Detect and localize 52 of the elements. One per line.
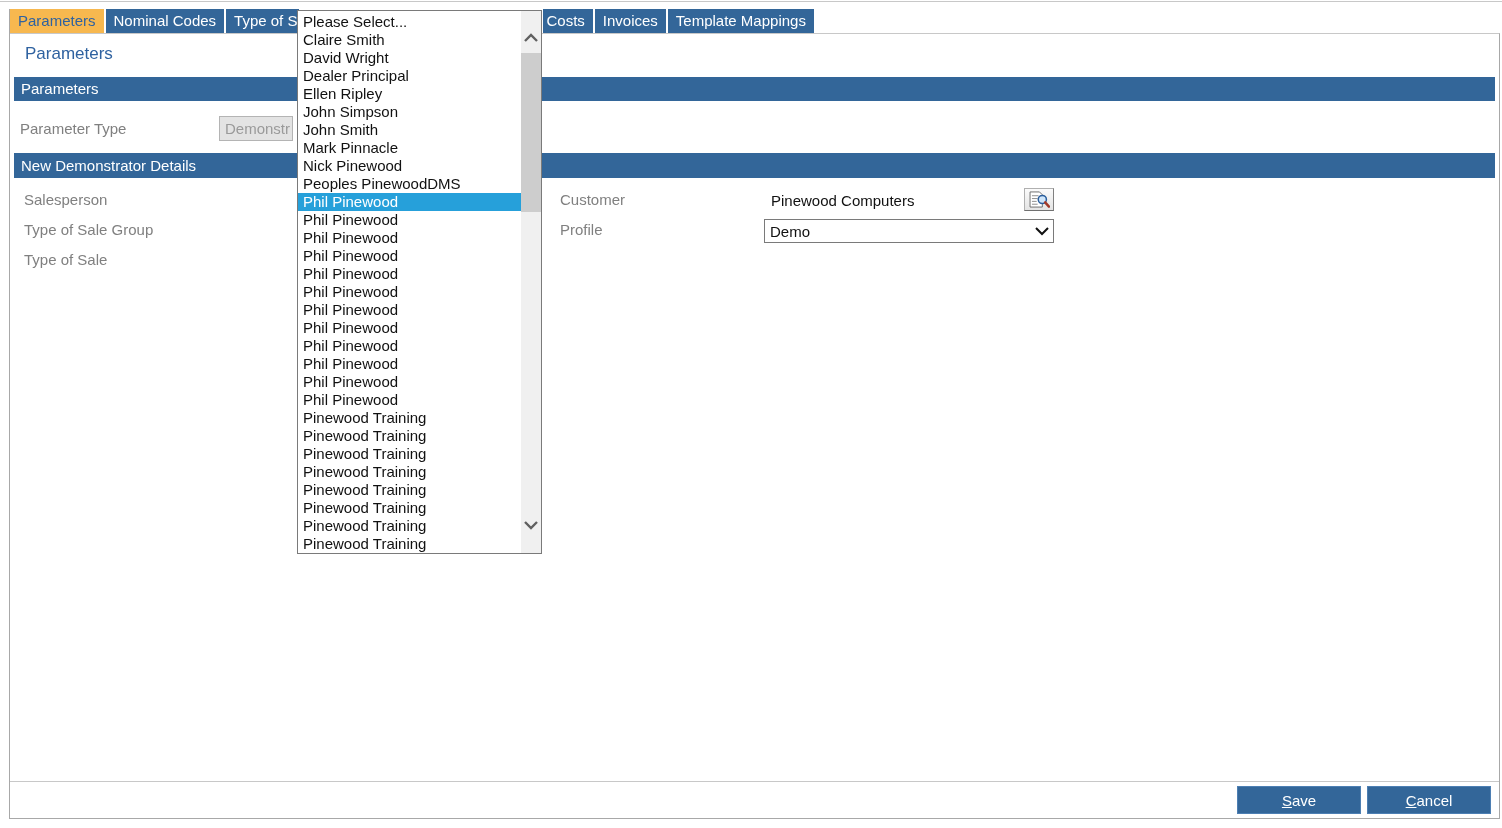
field-label: Salesperson	[24, 190, 108, 208]
field-label: Type of Sale	[24, 250, 108, 268]
dropdown-option[interactable]: Phil Pinewood	[298, 373, 521, 391]
field-value: Pinewood Computers	[770, 192, 915, 209]
dropdown-option[interactable]: Pinewood Training	[298, 499, 521, 517]
tab[interactable]: Template Mappings	[667, 9, 814, 33]
chevron-up-icon[interactable]	[524, 33, 538, 42]
dropdown-option[interactable]: Phil Pinewood	[298, 229, 521, 247]
dropdown-option[interactable]: John Simpson	[298, 103, 521, 121]
field-label: Profile	[560, 220, 603, 238]
dropdown-option[interactable]: Phil Pinewood	[298, 301, 521, 319]
footer-button[interactable]: Save	[1237, 786, 1361, 814]
document-magnifier-icon	[1028, 190, 1050, 208]
tab[interactable]: Invoices	[594, 9, 666, 33]
field-label: Type of Sale Group	[24, 220, 154, 238]
dropdown-option[interactable]: Phil Pinewood	[298, 391, 521, 409]
dropdown-option[interactable]: Pinewood Training	[298, 481, 521, 499]
footer-button[interactable]: Cancel	[1367, 786, 1491, 814]
dropdown-option[interactable]: Phil Pinewood	[298, 247, 521, 265]
dropdown-option[interactable]: Phil Pinewood	[298, 355, 521, 373]
dropdown-option[interactable]: Ellen Ripley	[298, 85, 521, 103]
chevron-down-icon	[1035, 226, 1049, 236]
lookup-button[interactable]	[1024, 187, 1054, 211]
dropdown-option[interactable]: Pinewood Training	[298, 409, 521, 427]
tab[interactable]: Costs	[543, 9, 593, 33]
dropdown-option[interactable]: Phil Pinewood	[298, 211, 521, 229]
chevron-down-icon[interactable]	[524, 521, 538, 530]
tab[interactable]: Type of S	[226, 9, 300, 33]
dropdown-option[interactable]: Pinewood Training	[298, 463, 521, 481]
dropdown-option[interactable]: Nick Pinewood	[298, 157, 521, 175]
tab[interactable]: Nominal Codes	[105, 9, 225, 33]
dropdown-option[interactable]: Pinewood Training	[298, 517, 521, 535]
dropdown-option[interactable]: Phil Pinewood	[298, 319, 521, 337]
scrollbar-track[interactable]	[521, 11, 541, 553]
dropdown-option[interactable]: Phil Pinewood	[298, 283, 521, 301]
dropdown-option[interactable]: David Wright	[298, 49, 521, 67]
dropdown-option[interactable]: Pinewood Training	[298, 535, 521, 553]
scrollbar-thumb[interactable]	[521, 53, 541, 212]
dropdown-option[interactable]: Phil Pinewood	[298, 265, 521, 283]
dropdown-option[interactable]: John Smith	[298, 121, 521, 139]
dropdown-option[interactable]: Phil Pinewood	[298, 337, 521, 355]
profile-select[interactable]: Demo	[764, 219, 1054, 243]
dropdown-option[interactable]: Peoples PinewoodDMS	[298, 175, 521, 193]
page-title: Parameters	[25, 44, 113, 64]
input-field: Demonstr	[219, 116, 293, 141]
dropdown-option[interactable]: Please Select...	[298, 13, 521, 31]
field-label: Customer	[560, 190, 626, 208]
dropdown-option[interactable]: Pinewood Training	[298, 445, 521, 463]
field-label: Parameter Type	[19, 120, 128, 137]
dropdown-option[interactable]: Pinewood Training	[298, 427, 521, 445]
dropdown-option[interactable]: Claire Smith	[298, 31, 521, 49]
tab[interactable]: Parameters	[10, 9, 104, 33]
